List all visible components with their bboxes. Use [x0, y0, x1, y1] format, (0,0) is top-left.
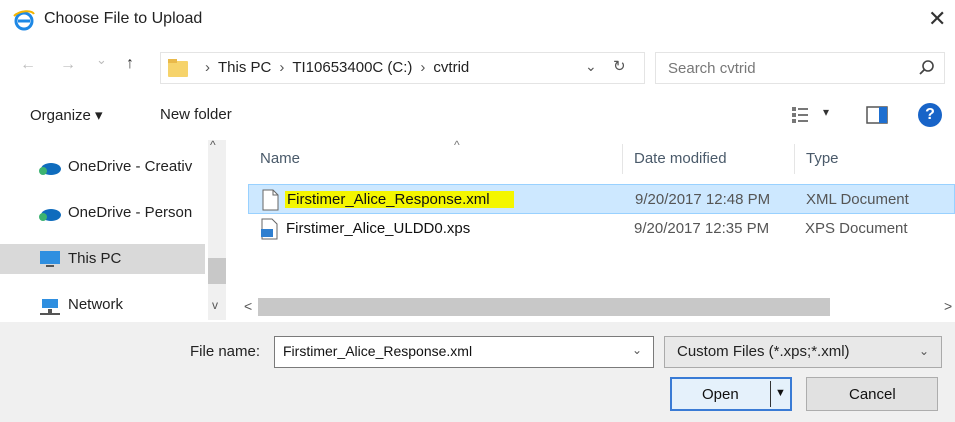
breadcrumb-separator: ›	[279, 59, 285, 76]
address-dropdown-icon[interactable]: ⌄	[585, 58, 597, 75]
scroll-left-icon[interactable]: <	[244, 298, 252, 314]
search-input[interactable]: Search cvtrid	[668, 60, 756, 77]
view-options-icon[interactable]	[790, 104, 812, 126]
file-date: 9/20/2017 12:48 PM	[635, 191, 771, 208]
file-name: Firstimer_Alice_ULDD0.xps	[286, 220, 471, 237]
address-bar[interactable]: › This PC › TI10653400C (C:) › cvtrid ⌄ ↻	[160, 52, 645, 84]
file-type-select[interactable]: Custom Files (*.xps;*.xml) ⌄	[664, 336, 942, 368]
title-bar: Choose File to Upload ✕	[0, 0, 955, 40]
forward-arrow-icon[interactable]: →	[60, 56, 76, 74]
cancel-button-label: Cancel	[849, 386, 896, 403]
file-type: XPS Document	[805, 220, 908, 237]
scroll-down-icon[interactable]: v	[212, 298, 218, 312]
scroll-up-icon[interactable]: ^	[210, 138, 216, 152]
open-button[interactable]: Open ▼	[670, 377, 792, 411]
hscroll-thumb[interactable]	[258, 298, 830, 316]
new-folder-button[interactable]: New folder	[160, 106, 232, 123]
column-divider[interactable]	[622, 144, 623, 174]
organize-button[interactable]: Organize ▾	[30, 106, 103, 124]
onedrive-icon	[39, 209, 61, 221]
window-title: Choose File to Upload	[44, 10, 203, 27]
preview-pane-icon[interactable]	[866, 106, 888, 124]
split-divider	[770, 381, 771, 407]
xps-file-icon	[261, 218, 278, 240]
file-list-header	[240, 140, 955, 174]
breadcrumb-drive[interactable]: TI10653400C (C:)	[292, 59, 412, 76]
sidebar-item-label: OneDrive - Creativ	[68, 158, 193, 175]
column-header-date-modified[interactable]: Date modified	[634, 150, 727, 167]
file-type-dropdown-icon[interactable]: ⌄	[919, 344, 929, 358]
file-row-uldd0-xps[interactable]: Firstimer_Alice_ULDD0.xps 9/20/2017 12:3…	[248, 214, 955, 244]
computer-icon	[40, 251, 60, 267]
view-dropdown-icon[interactable]: ▾	[823, 105, 829, 119]
folder-icon	[168, 59, 188, 77]
file-name-dropdown-icon[interactable]: ⌄	[632, 343, 642, 357]
breadcrumb: › This PC › TI10653400C (C:) › cvtrid	[197, 59, 469, 76]
file-row-response-xml[interactable]: Firstimer_Alice_Response.xml 9/20/2017 1…	[248, 184, 955, 214]
sidebar-item-onedrive-creative[interactable]: OneDrive - Creativ	[0, 152, 205, 182]
sidebar-item-network[interactable]: Network	[0, 290, 205, 320]
network-icon	[40, 299, 60, 315]
help-icon[interactable]: ?	[918, 103, 942, 127]
onedrive-icon	[39, 163, 61, 175]
sidebar-scrollbar[interactable]	[208, 140, 226, 320]
file-name-input[interactable]: Firstimer_Alice_Response.xml	[274, 336, 654, 368]
scroll-right-icon[interactable]: >	[944, 298, 952, 314]
sidebar-scroll-thumb[interactable]	[208, 258, 226, 284]
close-icon[interactable]: ✕	[928, 6, 946, 32]
file-name-label: File name:	[190, 343, 261, 360]
breadcrumb-separator: ›	[205, 59, 210, 76]
file-name: Firstimer_Alice_Response.xml	[285, 191, 514, 208]
refresh-icon[interactable]: ↻	[613, 57, 626, 75]
sidebar-item-this-pc[interactable]: This PC	[0, 244, 205, 274]
recent-locations-icon[interactable]: ⌄	[96, 52, 107, 68]
sidebar-item-label: Network	[68, 296, 124, 313]
file-type: XML Document	[806, 191, 909, 208]
up-arrow-icon[interactable]: ↑	[126, 55, 134, 73]
open-button-label: Open	[702, 386, 739, 403]
back-arrow-icon[interactable]: ←	[20, 56, 36, 74]
search-box[interactable]: Search cvtrid	[655, 52, 945, 84]
search-icon[interactable]	[918, 59, 936, 77]
cancel-button[interactable]: Cancel	[806, 377, 938, 411]
file-type-value: Custom Files (*.xps;*.xml)	[677, 343, 850, 360]
column-divider[interactable]	[794, 144, 795, 174]
xml-file-icon	[262, 189, 279, 211]
sidebar-item-label: This PC	[68, 250, 122, 267]
sidebar-item-onedrive-personal[interactable]: OneDrive - Person	[0, 198, 205, 228]
sidebar-item-label: OneDrive - Person	[68, 204, 193, 221]
breadcrumb-separator: ›	[420, 59, 426, 76]
open-options-arrow-icon[interactable]: ▼	[775, 387, 786, 399]
breadcrumb-cvtrid[interactable]: cvtrid	[433, 59, 469, 76]
column-header-name[interactable]: Name	[260, 150, 300, 167]
file-date: 9/20/2017 12:35 PM	[634, 220, 770, 237]
internet-explorer-icon	[13, 10, 35, 31]
navigation-pane: OneDrive - Creativ OneDrive - Person Thi…	[0, 138, 228, 320]
sort-ascending-icon: ^	[454, 138, 460, 152]
breadcrumb-this-pc[interactable]: This PC	[218, 59, 271, 76]
column-header-type[interactable]: Type	[806, 150, 839, 167]
